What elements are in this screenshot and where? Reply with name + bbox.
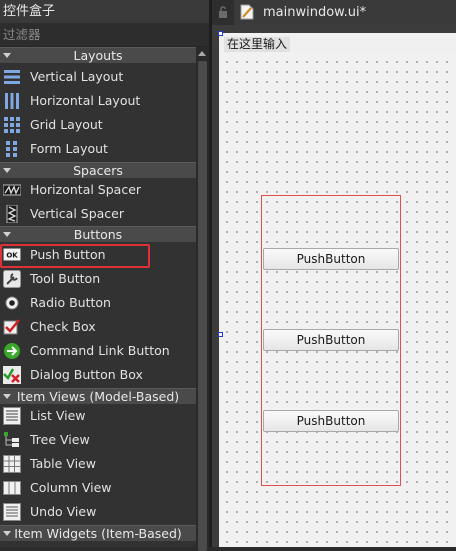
category-layouts[interactable]: Layouts	[0, 47, 196, 63]
category-item-views[interactable]: Item Views (Model-Based)	[0, 388, 196, 404]
selection-handle-middle-left[interactable]	[218, 332, 223, 337]
category-label: Item Widgets (Item-Based)	[14, 526, 182, 541]
scrollbar-thumb[interactable]	[198, 61, 207, 551]
svg-text:OK: OK	[6, 252, 18, 260]
widget-item-tool-button[interactable]: Tool Button	[0, 267, 196, 291]
widget-item-label: Check Box	[30, 319, 96, 334]
form-canvas[interactable]: 在这里输入 PushButton PushButton PushButton	[218, 31, 456, 547]
widget-item-radio-button[interactable]: Radio Button	[0, 291, 196, 315]
widget-item-label: Horizontal Spacer	[30, 182, 142, 197]
tab-title: mainwindow.ui*	[263, 5, 367, 20]
category-label: Layouts	[73, 48, 123, 63]
widget-item-list-view[interactable]: List View	[0, 404, 196, 428]
widget-item-label: Tree View	[30, 432, 90, 447]
category-label: Buttons	[73, 227, 123, 242]
widget-item-vertical-spacer[interactable]: Vertical Spacer	[0, 202, 196, 226]
widget-item-label: Grid Layout	[30, 117, 103, 132]
category-spacers[interactable]: Spacers	[0, 162, 196, 178]
category-buttons[interactable]: Buttons	[0, 226, 196, 242]
widget-item-grid-layout[interactable]: Grid Layout	[0, 113, 196, 137]
widget-item-column-view[interactable]: Column View	[0, 476, 196, 500]
widget-item-label: Horizontal Layout	[30, 93, 141, 108]
widget-item-label: Form Layout	[30, 141, 108, 156]
widget-item-table-view[interactable]: Table View	[0, 452, 196, 476]
widget-list-scrollbar[interactable]	[196, 47, 209, 551]
undo-view-icon	[3, 503, 21, 521]
form-editor: mainwindow.ui* 在这里输入 PushButton PushButt…	[212, 0, 456, 547]
widget-item-label: Dialog Button Box	[30, 367, 143, 382]
collapse-arrow-icon	[3, 531, 11, 536]
command-link-icon	[4, 343, 20, 359]
widget-item-tree-view[interactable]: Tree View	[0, 428, 196, 452]
widget-item-label: Column View	[30, 480, 112, 495]
widget-item-horizontal-layout[interactable]: Horizontal Layout	[0, 89, 196, 113]
horizontal-layout-icon	[5, 93, 19, 109]
widget-item-label: List View	[30, 408, 86, 423]
widget-item-label: Undo View	[30, 504, 97, 519]
push-button-2[interactable]: PushButton	[263, 329, 399, 351]
form-menu-bar[interactable]: 在这里输入	[220, 35, 456, 53]
grid-layout-icon	[4, 117, 20, 133]
filter-input[interactable]: 过滤器	[0, 23, 211, 47]
category-label: Spacers	[73, 163, 123, 178]
widget-item-undo-view[interactable]: Undo View	[0, 500, 196, 524]
column-view-icon	[3, 481, 21, 495]
selection-handle-top-left[interactable]	[218, 31, 223, 36]
tool-button-icon	[3, 270, 21, 288]
tab-mainwindow-ui[interactable]: mainwindow.ui*	[234, 0, 456, 25]
widget-item-push-button[interactable]: OK Push Button	[0, 244, 150, 268]
widget-box-panel: 控件盒子 过滤器 Layouts Vertical Layout Horizon…	[0, 0, 211, 551]
form-layout-icon	[6, 141, 17, 157]
widget-list: Layouts Vertical Layout Horizontal Layou…	[0, 47, 196, 547]
vertical-spacer-icon	[6, 205, 18, 223]
widget-item-check-box[interactable]: Check Box	[0, 315, 196, 339]
collapse-arrow-icon	[3, 53, 11, 58]
tree-view-icon	[4, 432, 19, 447]
collapse-arrow-icon	[3, 394, 11, 399]
widget-item-label: Command Link Button	[30, 343, 170, 358]
widget-item-label: Vertical Spacer	[30, 206, 124, 221]
check-box-icon	[3, 319, 20, 335]
vertical-layout-container[interactable]: PushButton PushButton PushButton	[261, 195, 401, 486]
radio-button-icon	[5, 296, 19, 310]
push-button-1[interactable]: PushButton	[263, 248, 399, 270]
widget-item-label: Tool Button	[30, 271, 101, 286]
push-button-3[interactable]: PushButton	[263, 410, 399, 432]
widget-item-command-link-button[interactable]: Command Link Button	[0, 339, 196, 363]
list-view-icon	[3, 407, 21, 425]
scroll-up-arrow-icon[interactable]	[198, 51, 206, 56]
editor-tab-bar: mainwindow.ui*	[212, 0, 456, 25]
push-button-icon: OK	[3, 248, 21, 261]
dialog-button-box-icon	[3, 366, 21, 384]
category-label: Item Views (Model-Based)	[16, 389, 180, 404]
widget-box-title: 控件盒子	[0, 0, 211, 23]
vertical-layout-icon	[4, 70, 20, 84]
collapse-arrow-icon	[3, 168, 11, 173]
widget-item-vertical-layout[interactable]: Vertical Layout	[0, 65, 196, 89]
widget-item-label: Push Button	[30, 247, 106, 262]
menu-type-here-placeholder[interactable]: 在这里输入	[224, 37, 291, 52]
table-view-icon	[3, 455, 21, 473]
widget-item-dialog-button-box[interactable]: Dialog Button Box	[0, 363, 196, 387]
widget-item-label: Table View	[30, 456, 96, 471]
widget-item-label: Radio Button	[30, 295, 111, 310]
lock-icon[interactable]	[218, 6, 228, 18]
widget-item-horizontal-spacer[interactable]: Horizontal Spacer	[0, 178, 196, 202]
ui-file-icon	[240, 4, 254, 20]
horizontal-spacer-icon	[3, 184, 21, 196]
collapse-arrow-icon	[3, 232, 11, 237]
widget-item-form-layout[interactable]: Form Layout	[0, 137, 196, 161]
widget-item-label: Vertical Layout	[30, 69, 124, 84]
category-item-widgets[interactable]: Item Widgets (Item-Based)	[0, 525, 196, 541]
